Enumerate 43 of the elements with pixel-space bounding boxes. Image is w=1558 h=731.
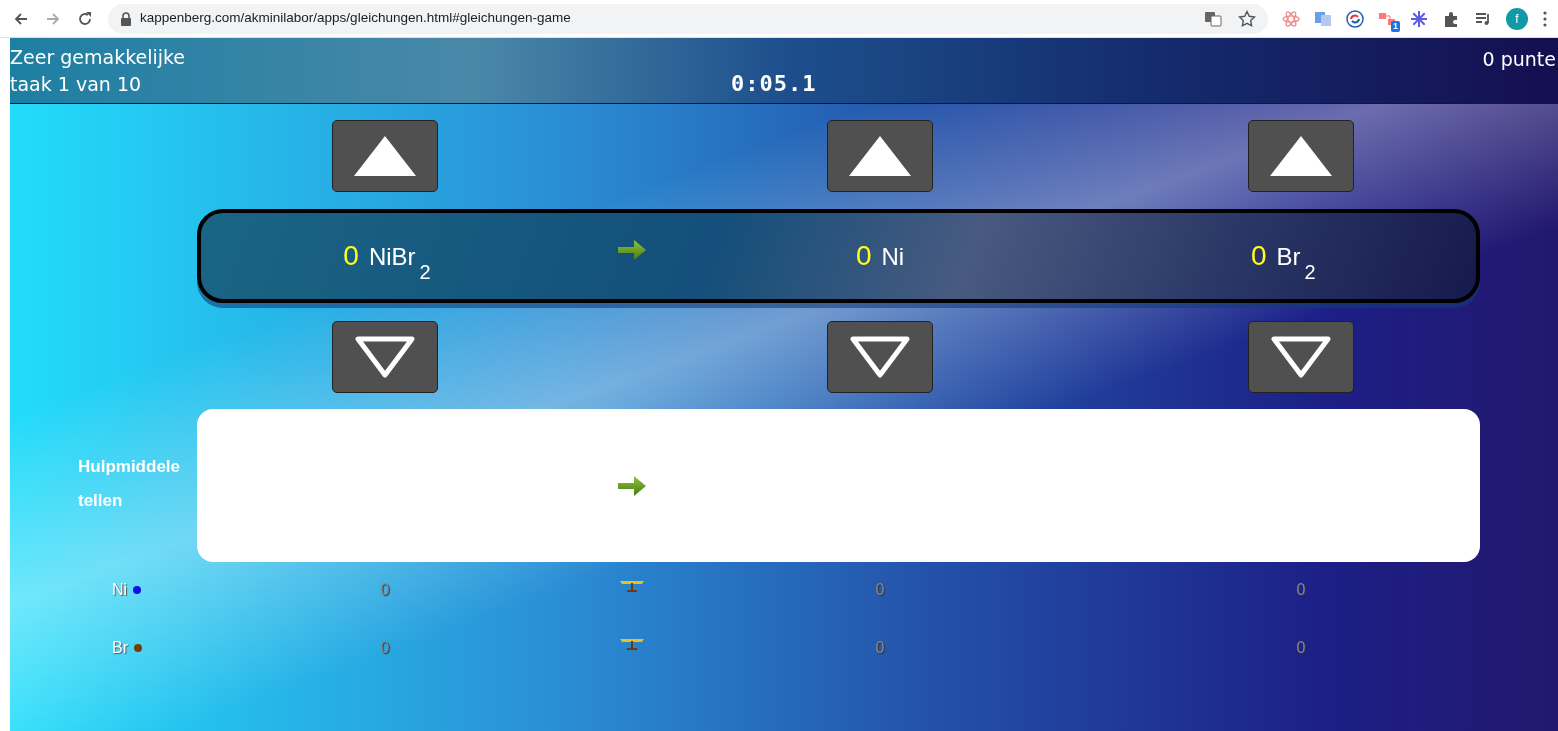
reload-icon[interactable]: [76, 9, 94, 28]
coefficient: 0: [1251, 239, 1267, 273]
atom-count: 0: [380, 580, 390, 600]
lock-icon: [120, 11, 132, 26]
balance-scale-icon: [618, 636, 646, 650]
increase-button[interactable]: [827, 120, 933, 192]
arrow-icon: [617, 239, 647, 261]
up-triangle-icon: [847, 134, 913, 178]
atom-count: 0: [380, 638, 390, 658]
coefficient: 0: [855, 239, 872, 273]
atom-count: 0: [875, 638, 885, 658]
decrease-button[interactable]: [332, 321, 438, 393]
sync-icon[interactable]: [1346, 9, 1364, 28]
puzzle-icon[interactable]: [1442, 9, 1460, 28]
element-label: Ni: [112, 580, 128, 600]
score-label: 0 punte: [1482, 47, 1556, 72]
down-triangle-icon: [1270, 335, 1332, 379]
difficulty-label: Zeer gemakkelijke: [10, 45, 186, 70]
arrow-icon: [617, 474, 647, 497]
decrease-button[interactable]: [827, 321, 933, 393]
task-counter: taak 1 van 10: [10, 72, 143, 97]
balance-scale-icon: [618, 578, 646, 592]
increase-button[interactable]: [1248, 120, 1354, 192]
increase-button[interactable]: [332, 120, 438, 192]
help-label: Hulpmiddele tellen: [77, 455, 181, 512]
atom-count: 0: [1296, 580, 1306, 600]
down-triangle-icon: [354, 335, 416, 379]
atom-count: 0: [875, 580, 885, 600]
timer: 0:05.1: [731, 70, 817, 98]
up-triangle-icon: [352, 134, 418, 178]
element-label: Br: [112, 638, 128, 658]
down-triangle-icon: [849, 335, 911, 379]
menu-icon[interactable]: [1542, 9, 1548, 28]
profile-avatar[interactable]: f: [1506, 7, 1528, 30]
decrease-button[interactable]: [1248, 321, 1354, 393]
up-triangle-icon: [1268, 134, 1334, 178]
atom-count: 0: [1296, 638, 1306, 658]
coefficient: 0: [343, 239, 359, 273]
url-text: kappenberg.com/akminilabor/apps/gleichungen.html#gleichungen-game: [140, 9, 571, 28]
star-icon[interactable]: [1238, 9, 1256, 28]
address-bar[interactable]: kappenberg.com/akminilabor/apps/gleichungen.html#gleichungen-game: [108, 3, 1268, 34]
formula: Ni: [881, 242, 905, 272]
snowflake-icon[interactable]: [1410, 9, 1428, 28]
